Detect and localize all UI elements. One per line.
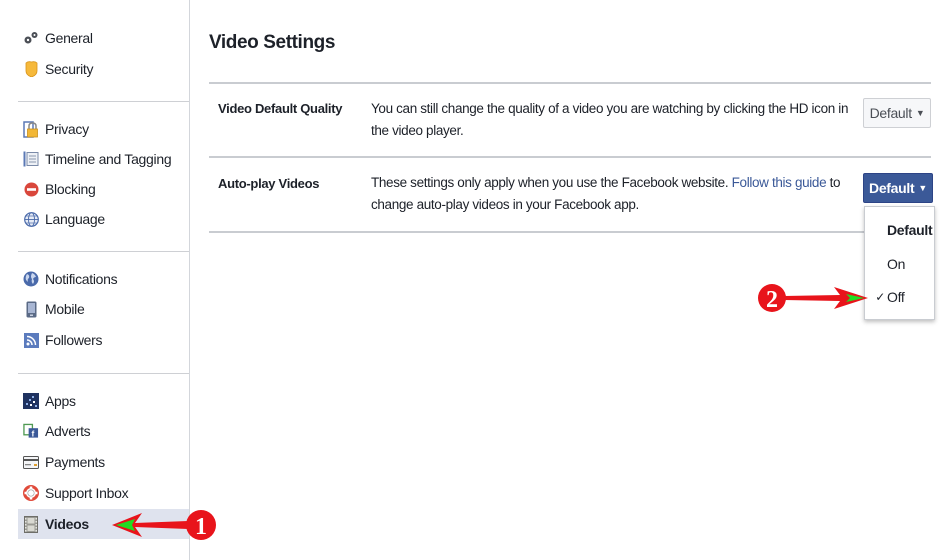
svg-text:f: f bbox=[31, 428, 34, 438]
sidebar-item-label: Support Inbox bbox=[45, 485, 129, 501]
sidebar-item-label: Privacy bbox=[45, 121, 89, 137]
sidebar-item-apps[interactable]: Apps bbox=[18, 386, 189, 416]
blocking-icon bbox=[23, 181, 39, 197]
sidebar-divider bbox=[18, 251, 189, 252]
caret-down-icon: ▼ bbox=[918, 183, 927, 193]
sidebar-item-label: Adverts bbox=[45, 423, 91, 439]
menu-item-default[interactable]: Default bbox=[865, 217, 934, 243]
menu-item-off[interactable]: ✓ Off bbox=[865, 284, 934, 310]
sidebar-item-notifications[interactable]: Notifications bbox=[18, 264, 189, 294]
earth-icon bbox=[23, 271, 39, 287]
gears-icon bbox=[23, 30, 39, 46]
shield-badge-icon bbox=[23, 61, 39, 77]
annotation-arrow-1: 1 bbox=[112, 510, 216, 540]
sidebar-item-adverts[interactable]: f Adverts bbox=[18, 416, 189, 446]
sidebar-item-label: Security bbox=[45, 61, 94, 77]
sidebar-item-privacy[interactable]: Privacy bbox=[18, 114, 189, 144]
row-divider bbox=[209, 156, 931, 158]
menu-item-label: Default bbox=[887, 222, 933, 238]
globe-icon bbox=[23, 211, 39, 227]
sidebar-divider bbox=[18, 373, 189, 374]
sidebar-item-label: Notifications bbox=[45, 271, 118, 287]
padlock-icon bbox=[23, 120, 39, 138]
sidebar-item-label: Payments bbox=[45, 454, 105, 470]
setting-description-video-default-quality: You can still change the quality of a vi… bbox=[371, 101, 849, 138]
sidebar-item-label: Timeline and Tagging bbox=[45, 151, 172, 167]
sidebar-item-label: General bbox=[45, 30, 93, 46]
sidebar-item-language[interactable]: Language bbox=[18, 204, 189, 234]
sidebar-item-support-inbox[interactable]: Support Inbox bbox=[18, 478, 189, 508]
lifebuoy-icon bbox=[23, 485, 39, 501]
button-label: Default bbox=[869, 180, 915, 196]
sidebar-item-timeline-and-tagging[interactable]: Timeline and Tagging bbox=[18, 144, 189, 174]
sidebar-item-blocking[interactable]: Blocking bbox=[18, 174, 189, 204]
sidebar-item-label: Apps bbox=[45, 393, 76, 409]
credit-card-icon bbox=[23, 454, 39, 470]
timeline-icon bbox=[23, 151, 39, 167]
sidebar-item-label: Mobile bbox=[45, 301, 85, 317]
setting-description-auto-play-videos: These settings only apply when you use t… bbox=[371, 172, 861, 216]
menu-item-on[interactable]: On bbox=[865, 251, 934, 277]
button-label: Default bbox=[869, 105, 913, 121]
sidebar-item-followers[interactable]: Followers bbox=[18, 325, 189, 355]
follow-guide-link[interactable]: Follow this guide bbox=[732, 175, 827, 190]
sidebar-divider bbox=[18, 101, 189, 102]
rss-icon bbox=[23, 332, 39, 348]
sidebar-item-security[interactable]: Security bbox=[18, 54, 189, 84]
caret-down-icon: ▼ bbox=[915, 108, 925, 118]
menu-item-label: Off bbox=[887, 289, 905, 305]
sidebar-item-general[interactable]: General bbox=[18, 23, 189, 53]
sidebar-item-label: Language bbox=[45, 211, 105, 227]
auto-play-dropdown-button[interactable]: Default ▼ bbox=[863, 173, 933, 203]
marker-2-label: 2 bbox=[766, 287, 778, 313]
adverts-icon: f bbox=[23, 423, 39, 439]
sidebar-item-payments[interactable]: Payments bbox=[18, 447, 189, 477]
section-divider bbox=[209, 82, 931, 84]
setting-label-video-default-quality: Video Default Quality bbox=[218, 101, 343, 116]
video-quality-dropdown-button[interactable]: Default ▼ bbox=[863, 98, 931, 128]
setting-label-auto-play-videos: Auto-play Videos bbox=[218, 176, 320, 191]
sidebar-item-mobile[interactable]: Mobile bbox=[18, 294, 189, 324]
sidebar-item-label: Followers bbox=[45, 332, 103, 348]
mobile-phone-icon bbox=[23, 301, 39, 317]
page-title: Video Settings bbox=[209, 32, 336, 53]
annotation-arrow-2: 2 bbox=[758, 284, 868, 313]
menu-item-label: On bbox=[887, 256, 906, 272]
settings-sidebar: General Security Privacy Timeline and Ta… bbox=[0, 0, 190, 560]
description-text: These settings only apply when you use t… bbox=[371, 175, 732, 190]
sidebar-item-label: Blocking bbox=[45, 181, 96, 197]
marker-1-label: 1 bbox=[195, 514, 207, 540]
apps-icon bbox=[23, 393, 39, 409]
auto-play-dropdown-menu: Default On ✓ Off bbox=[864, 206, 935, 320]
row-divider bbox=[209, 231, 864, 233]
film-strip-icon bbox=[23, 515, 39, 533]
